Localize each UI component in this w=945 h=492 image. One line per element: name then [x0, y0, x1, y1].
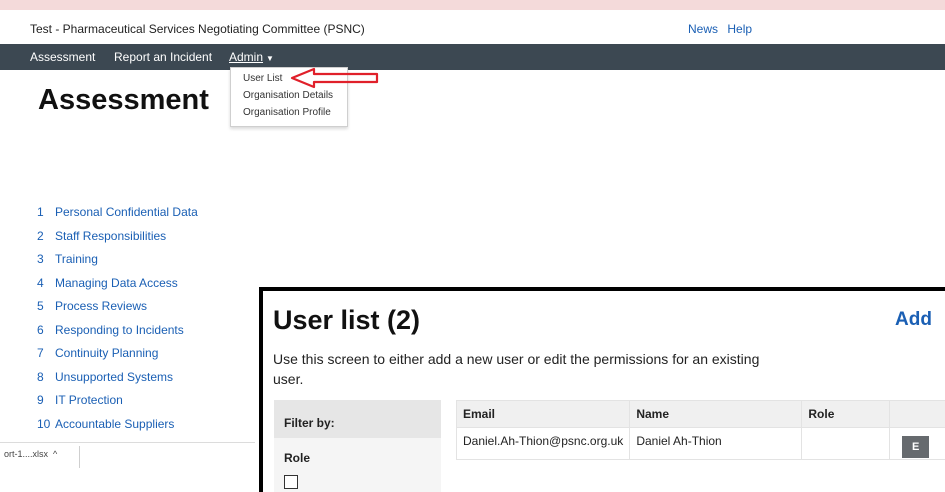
nav-admin-label: Admin: [229, 50, 264, 64]
column-role: Role: [801, 400, 891, 428]
site-header: Test - Pharmaceutical Services Negotiati…: [0, 10, 945, 44]
table-header-row: Email Name Role: [455, 400, 945, 428]
role-checkbox[interactable]: [284, 475, 298, 489]
column-email: Email: [455, 400, 631, 428]
user-list-title: User list (2): [273, 305, 421, 335]
cell-actions: E: [889, 427, 945, 460]
section-item[interactable]: 10 Accountable Suppliers: [37, 417, 198, 441]
filter-heading: Filter by:: [274, 400, 441, 438]
screenshot-stage: Test - Pharmaceutical Services Negotiati…: [0, 0, 945, 492]
cell-email: Daniel.Ah-Thion@psnc.org.uk: [455, 427, 631, 460]
header-links: News Help: [688, 22, 758, 36]
nav-assessment[interactable]: Assessment: [30, 50, 95, 64]
assessment-section-list: 1 Personal Confidential Data 2 Staff Respo…: [37, 205, 198, 440]
nav-admin[interactable]: Admin ▼: [229, 50, 274, 64]
menu-item-organisation-details[interactable]: Organisation Details: [243, 90, 333, 101]
menu-item-organisation-profile[interactable]: Organisation Profile: [243, 107, 331, 118]
cell-name: Daniel Ah-Thion: [629, 427, 803, 460]
section-item[interactable]: 2 Staff Responsibilities: [37, 229, 198, 253]
user-list-screenshot-panel: User list (2) Add Use this screen to eit…: [259, 287, 945, 492]
user-list-description: Use this screen to either add a new user…: [273, 351, 760, 387]
section-item[interactable]: 6 Responding to Incidents: [37, 323, 198, 347]
admin-dropdown-menu: User List Organisation Details Organisat…: [230, 67, 348, 127]
column-name: Name: [629, 400, 803, 428]
top-accent-bar: [0, 0, 945, 10]
nav-report-incident[interactable]: Report an Incident: [114, 50, 212, 64]
table-row: Daniel.Ah-Thion@psnc.org.uk Daniel Ah-Th…: [455, 427, 945, 460]
section-item[interactable]: 8 Unsupported Systems: [37, 370, 198, 394]
section-item[interactable]: 9 IT Protection: [37, 393, 198, 417]
section-item[interactable]: 1 Personal Confidential Data: [37, 205, 198, 229]
chevron-up-icon: ^: [53, 449, 58, 459]
filter-panel: Filter by: Role: [274, 400, 441, 492]
users-table: Email Name Role Daniel.Ah-Thion@psnc.org…: [455, 400, 945, 460]
edit-user-button[interactable]: E: [902, 436, 930, 458]
download-item[interactable]: ort-1....xlsx ^: [4, 449, 57, 459]
browser-download-bar: ort-1....xlsx ^: [0, 442, 255, 492]
section-item[interactable]: 7 Continuity Planning: [37, 346, 198, 370]
help-link[interactable]: Help: [727, 22, 752, 36]
cell-role: [801, 427, 891, 460]
add-user-link[interactable]: Add: [895, 309, 932, 331]
filter-role-label: Role: [284, 451, 311, 465]
news-link[interactable]: News: [688, 22, 718, 36]
section-item[interactable]: 5 Process Reviews: [37, 299, 198, 323]
menu-item-user-list[interactable]: User List: [243, 73, 282, 84]
section-item[interactable]: 4 Managing Data Access: [37, 276, 198, 300]
site-title: Test - Pharmaceutical Services Negotiati…: [30, 22, 365, 36]
page-title: Assessment: [38, 84, 209, 116]
main-navbar: Assessment Report an Incident Admin ▼: [0, 44, 945, 70]
download-divider: [79, 446, 80, 468]
section-item[interactable]: 3 Training: [37, 252, 198, 276]
column-actions: [889, 400, 945, 428]
caret-down-icon: ▼: [266, 54, 274, 63]
